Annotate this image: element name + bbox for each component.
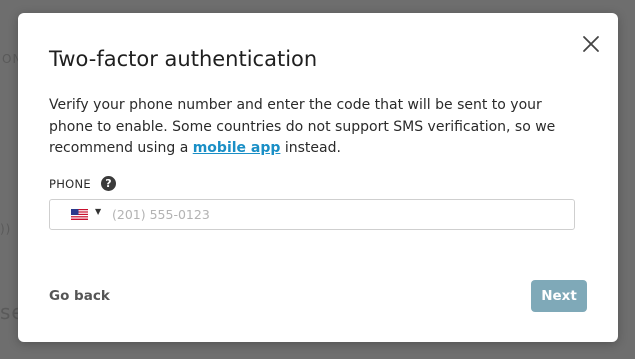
go-back-button[interactable]: Go back bbox=[49, 288, 110, 304]
next-button[interactable]: Next bbox=[531, 280, 587, 312]
country-dropdown-caret-icon[interactable]: ▼ bbox=[95, 207, 101, 216]
dialog-title: Two-factor authentication bbox=[49, 47, 318, 71]
phone-field: ▼ bbox=[49, 199, 575, 230]
close-icon[interactable] bbox=[580, 33, 602, 55]
phone-label: PHONE bbox=[49, 177, 92, 191]
us-flag-icon[interactable] bbox=[71, 209, 88, 220]
two-factor-dialog: Two-factor authentication Verify your ph… bbox=[18, 13, 618, 342]
dialog-description: Verify your phone number and enter the c… bbox=[49, 95, 569, 160]
description-text-end: instead. bbox=[280, 140, 341, 156]
mobile-app-link[interactable]: mobile app bbox=[193, 140, 281, 156]
phone-input[interactable] bbox=[112, 204, 552, 225]
background-fragment: )) bbox=[0, 222, 12, 236]
help-icon[interactable]: ? bbox=[101, 176, 116, 191]
